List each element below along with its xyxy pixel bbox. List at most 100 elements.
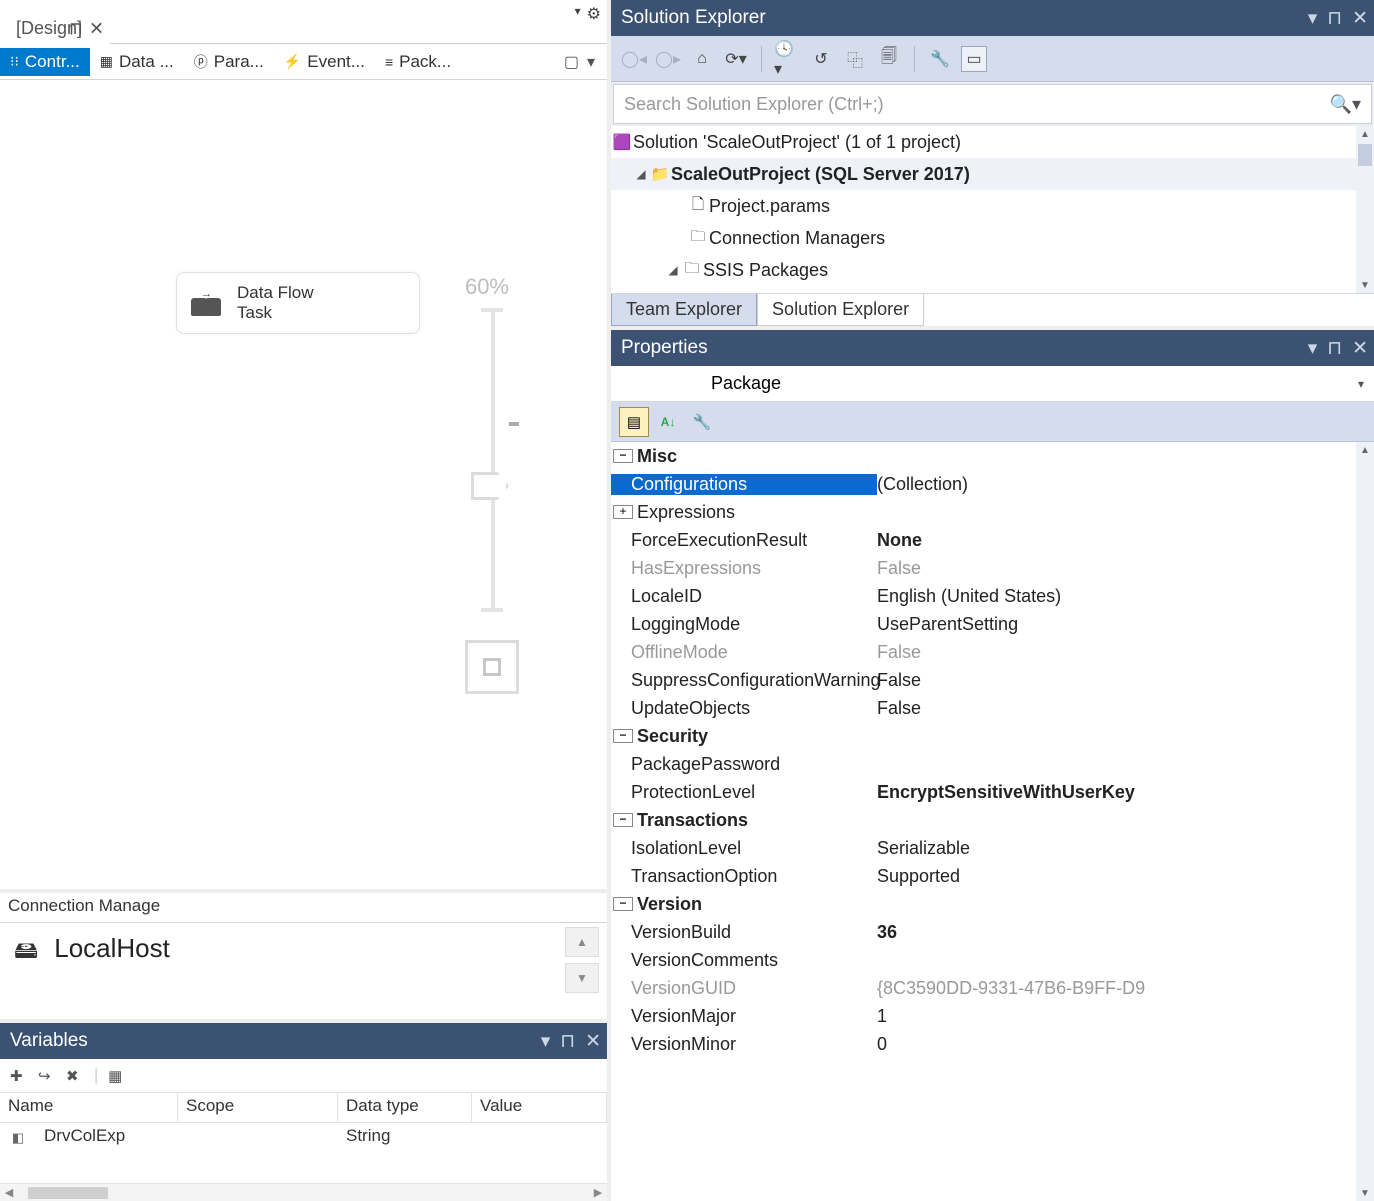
pin-icon[interactable]: ⊓ [1327, 7, 1342, 30]
cat-misc[interactable]: −Misc [611, 442, 1374, 470]
connection-item[interactable]: LocalHost [54, 933, 170, 964]
solution-tree: 🟪Solution 'ScaleOutProject' (1 of 1 proj… [611, 126, 1374, 294]
pin-icon[interactable]: ⊓ [560, 1030, 575, 1053]
alphabetical-button[interactable]: A↓ [653, 407, 683, 437]
cat-version[interactable]: −Version [611, 890, 1374, 918]
subtab-package-explorer[interactable]: ≡Pack... [375, 48, 461, 76]
zoom-min-tick [481, 608, 503, 612]
design-canvas[interactable]: → Data FlowTask 60% [0, 80, 607, 889]
subtab-control-flow[interactable]: ⁝⁝Contr... [0, 48, 90, 76]
scroll-thumb[interactable] [28, 1187, 108, 1199]
refresh-button[interactable]: ↺ [808, 46, 834, 72]
close-icon[interactable]: ✕ [1352, 337, 1368, 360]
prop-row-versionguid[interactable]: VersionGUID{8C3590DD-9331-47B6-B9FF-D9 [611, 974, 1374, 1002]
tree-project[interactable]: ◢📁ScaleOutProject (SQL Server 2017) [611, 158, 1374, 190]
conn-scroll-up[interactable]: ▲ [565, 927, 599, 957]
zoom-marker [509, 422, 519, 426]
task-label: Data FlowTask [237, 283, 314, 322]
fit-to-window-button[interactable] [465, 640, 519, 694]
conn-scroll-down[interactable]: ▼ [565, 963, 599, 993]
prop-row-versionbuild[interactable]: VersionBuild36 [611, 918, 1374, 946]
search-icon[interactable]: 🔍▾ [1330, 94, 1361, 115]
design-tab[interactable]: [Design] ⊓ ✕ [0, 14, 110, 44]
connection-managers-panel: Connection Manage 🖴 LocalHost ▲ ▼ [0, 889, 607, 1019]
box-icon[interactable]: ▢ [564, 52, 579, 72]
tab-overflow-icon[interactable]: ▾ [575, 4, 581, 24]
prop-row-configurations[interactable]: Configurations(Collection) [611, 470, 1374, 498]
prop-row-forceexecutionresult[interactable]: ForceExecutionResultNone [611, 526, 1374, 554]
prop-row-protectionlevel[interactable]: ProtectionLevelEncryptSensitiveWithUserK… [611, 778, 1374, 806]
subtab-parameters[interactable]: ⓟPara... [184, 48, 274, 76]
col-name[interactable]: Name [0, 1093, 178, 1122]
collapse-button[interactable]: ⿻ [842, 46, 868, 72]
zoom-label: 60% [465, 274, 509, 300]
tab-solution-explorer[interactable]: Solution Explorer [757, 294, 924, 326]
panel-menu-icon[interactable]: ▾ [541, 1030, 551, 1053]
close-icon[interactable]: ✕ [89, 18, 104, 39]
history-button[interactable]: 🕓▾ [774, 46, 800, 72]
prop-row-loggingmode[interactable]: LoggingModeUseParentSetting [611, 610, 1374, 638]
se-scrollbar[interactable]: ▲▼ [1356, 126, 1374, 293]
data-flow-task[interactable]: → Data FlowTask [176, 272, 420, 334]
prop-row-offlinemode[interactable]: OfflineModeFalse [611, 638, 1374, 666]
properties-grid: −Misc Configurations(Collection) +Expres… [611, 442, 1374, 1201]
scroll-right-icon[interactable]: ▶ [589, 1186, 607, 1199]
prop-row-isolationlevel[interactable]: IsolationLevelSerializable [611, 834, 1374, 862]
show-all-button[interactable]: 🗐 [876, 46, 902, 72]
panel-menu-icon[interactable]: ▾ [1308, 337, 1318, 360]
tree-conn-managers[interactable]: 🗀Connection Managers [611, 222, 1374, 254]
prop-row-localeid[interactable]: LocaleIDEnglish (United States) [611, 582, 1374, 610]
wrench-icon[interactable]: 🔧 [687, 407, 717, 437]
delete-variable-button[interactable]: ✖ [66, 1067, 84, 1085]
col-type[interactable]: Data type [338, 1093, 472, 1122]
prop-row-versioncomments[interactable]: VersionComments [611, 946, 1374, 974]
tree-solution[interactable]: 🟪Solution 'ScaleOutProject' (1 of 1 proj… [611, 126, 1374, 158]
properties-button[interactable]: 🔧 [927, 46, 953, 72]
subtab-data-flow[interactable]: ▦Data ... [90, 48, 184, 76]
categorized-button[interactable]: ▤ [619, 407, 649, 437]
add-variable-button[interactable]: ✚ [10, 1067, 28, 1085]
tab-team-explorer[interactable]: Team Explorer [611, 294, 757, 326]
prop-row-updateobjects[interactable]: UpdateObjectsFalse [611, 694, 1374, 722]
pin-icon[interactable]: ⊓ [69, 18, 83, 39]
prop-row-hasexpressions[interactable]: HasExpressionsFalse [611, 554, 1374, 582]
tree-params[interactable]: 🗋Project.params [611, 190, 1374, 222]
cat-transactions[interactable]: −Transactions [611, 806, 1374, 834]
grid-options-button[interactable]: ▦ [108, 1067, 126, 1085]
zoom-slider[interactable] [491, 310, 495, 608]
se-search-input[interactable]: Search Solution Explorer (Ctrl+;) 🔍▾ [613, 84, 1372, 124]
prop-row-expressions[interactable]: +Expressions [611, 498, 1374, 526]
prop-row-packagepassword[interactable]: PackagePassword [611, 750, 1374, 778]
forward-button[interactable]: ◯▸ [655, 46, 681, 72]
zoom-thumb[interactable] [471, 472, 509, 500]
subtab-event-handlers[interactable]: ⚡Event... [274, 48, 375, 76]
prop-row-versionmajor[interactable]: VersionMajor1 [611, 1002, 1374, 1030]
tree-ssis-packages[interactable]: ◢🗀SSIS Packages [611, 254, 1374, 286]
close-icon[interactable]: ✕ [1352, 7, 1368, 30]
expand-icon[interactable]: ◢ [633, 167, 649, 181]
preview-button[interactable]: ▭ [961, 46, 987, 72]
chevron-down-icon[interactable]: ▾ [1358, 377, 1364, 391]
event-icon: ⚡ [284, 53, 301, 70]
home-button[interactable]: ⌂ [689, 46, 715, 72]
gear-icon[interactable]: ⚙ [587, 4, 601, 24]
move-variable-button[interactable]: ↪ [38, 1067, 56, 1085]
prop-row-suppressconfigwarn[interactable]: SuppressConfigurationWarningFalse [611, 666, 1374, 694]
prop-row-versionminor[interactable]: VersionMinor0 [611, 1030, 1374, 1058]
scroll-left-icon[interactable]: ◀ [0, 1186, 18, 1199]
properties-scrollbar[interactable]: ▲▼ [1356, 442, 1374, 1201]
prop-row-transactionoption[interactable]: TransactionOptionSupported [611, 862, 1374, 890]
variables-hscroll[interactable]: ◀ ▶ [0, 1183, 607, 1201]
variable-row[interactable]: ◧ DrvColExp String [0, 1123, 607, 1153]
col-value[interactable]: Value [472, 1093, 607, 1122]
back-button[interactable]: ◯◂ [621, 46, 647, 72]
panel-menu-icon[interactable]: ▾ [1308, 7, 1318, 30]
properties-object-selector[interactable]: Package ▾ [611, 366, 1374, 402]
pin-icon[interactable]: ⊓ [1327, 337, 1342, 360]
sync-button[interactable]: ⟳▾ [723, 46, 749, 72]
chevron-down-icon[interactable]: ▾ [587, 52, 595, 72]
expand-icon[interactable]: ◢ [665, 263, 681, 277]
close-icon[interactable]: ✕ [585, 1030, 601, 1053]
col-scope[interactable]: Scope [178, 1093, 338, 1122]
cat-security[interactable]: −Security [611, 722, 1374, 750]
